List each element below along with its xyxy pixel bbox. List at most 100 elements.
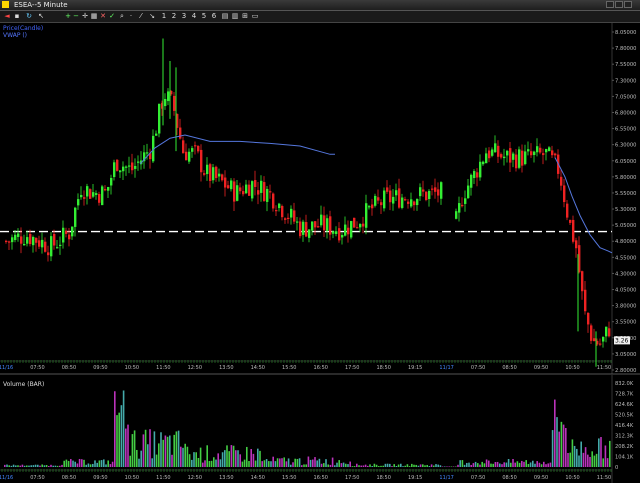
candle	[275, 210, 278, 212]
volume-bar	[219, 459, 222, 467]
minus-icon[interactable]: −	[72, 12, 80, 21]
minimize-button[interactable]	[606, 1, 614, 8]
volume-bar	[571, 439, 574, 467]
tool-save-icon[interactable]: ▪	[13, 12, 21, 21]
title-bar: ESEA--5 Minute	[0, 0, 640, 11]
volume-bar	[8, 465, 10, 467]
volume-bar	[364, 464, 367, 467]
grid-icon[interactable]: ▦	[90, 12, 98, 21]
volume-bar	[468, 462, 470, 467]
period-button-1[interactable]: 1	[160, 12, 168, 21]
volume-bar	[217, 453, 219, 467]
candle	[137, 161, 140, 163]
refresh-icon[interactable]: ↻	[25, 12, 33, 21]
volume-bar	[554, 399, 556, 467]
volume-bar	[125, 428, 127, 467]
volume-bar	[329, 464, 332, 467]
candle	[527, 149, 530, 152]
period-button-5[interactable]: 5	[200, 12, 208, 21]
tool-pointer-icon[interactable]: ↖	[37, 12, 45, 21]
volume-bar	[525, 460, 527, 467]
volume-bar	[197, 458, 200, 467]
volume-bar	[287, 458, 290, 467]
chart-area[interactable]: Price(Candle) VWAP () Volume (BAR) 8.050…	[0, 23, 640, 483]
candle	[209, 164, 212, 181]
volume-bar	[175, 431, 178, 467]
candle	[605, 326, 608, 337]
volume-bar	[415, 464, 417, 467]
volume-bar	[455, 466, 457, 467]
volume-bar	[281, 458, 283, 467]
candle	[419, 187, 422, 197]
volume-bar	[340, 463, 343, 467]
candle	[287, 217, 290, 220]
volume-bar	[188, 454, 191, 467]
candle	[179, 127, 182, 139]
volume-time-tick-label: 09:50	[93, 475, 107, 481]
chart-settings-icon[interactable]: ▤	[221, 12, 229, 21]
candle	[302, 221, 305, 235]
plus-icon[interactable]: +	[64, 12, 72, 21]
price-tick-label: 7.80000	[615, 46, 636, 52]
candle	[29, 233, 32, 245]
candle	[239, 187, 242, 192]
period-button-2[interactable]: 2	[170, 12, 178, 21]
volume-bar	[182, 447, 184, 467]
close-button[interactable]	[624, 1, 632, 8]
volume-bar	[208, 461, 211, 467]
price-tick-label: 5.80000	[615, 175, 636, 181]
volume-bar	[356, 463, 358, 467]
time-tick-label: 15:50	[282, 365, 296, 371]
volume-bar	[413, 464, 415, 467]
volume-bar	[237, 450, 239, 467]
chart-type-icon[interactable]: ▥	[231, 12, 239, 21]
candle	[506, 150, 509, 156]
candle	[587, 313, 590, 325]
volume-bar	[268, 461, 270, 467]
tool-cursor-icon[interactable]: ↘	[148, 12, 156, 21]
volume-time-tick-label: 09:50	[534, 475, 548, 481]
volume-bar	[252, 453, 255, 467]
cross-icon[interactable]: ✕	[99, 12, 107, 21]
candle	[269, 191, 272, 193]
maximize-button[interactable]	[615, 1, 623, 8]
candle	[368, 206, 371, 208]
tool-line-icon[interactable]: ⁄	[137, 12, 145, 21]
crosshair-icon[interactable]: ✛	[81, 12, 89, 21]
candle	[572, 219, 575, 242]
volume-bar	[378, 466, 380, 467]
candle	[65, 230, 68, 234]
period-button-6[interactable]: 6	[210, 12, 218, 21]
time-tick-label: 16:50	[314, 365, 328, 371]
volume-bar	[549, 462, 552, 467]
volume-bar	[369, 464, 371, 467]
volume-bar	[534, 463, 536, 467]
volume-bar	[532, 460, 534, 467]
candle	[500, 154, 503, 158]
volume-bar	[298, 458, 301, 467]
candle	[245, 184, 248, 194]
volume-bar	[301, 465, 303, 467]
candle	[485, 153, 488, 164]
volume-bar	[204, 460, 206, 467]
volume-bar	[296, 458, 299, 467]
volume-bar	[162, 439, 164, 467]
volume-time-tick-label: 10:50	[125, 475, 139, 481]
indicator-icon[interactable]: ⊞	[241, 12, 249, 21]
zoom-icon[interactable]: ⌕	[118, 12, 126, 21]
candle	[542, 153, 545, 156]
volume-bar	[569, 452, 571, 467]
volume-bar	[61, 464, 63, 467]
time-tick-label: 07:50	[30, 365, 44, 371]
period-button-4[interactable]: 4	[190, 12, 198, 21]
volume-time-tick-label: 11/17	[439, 475, 453, 481]
volume-bar	[312, 459, 314, 467]
volume-bar	[254, 460, 257, 467]
volume-bar	[34, 464, 37, 467]
print-icon[interactable]: ▭	[251, 12, 259, 21]
tool-arrow-icon[interactable]: ◄	[3, 12, 11, 21]
check-icon[interactable]: ✓	[108, 12, 116, 21]
legend-price: Price(Candle)	[3, 25, 43, 32]
candle	[608, 328, 611, 337]
period-button-3[interactable]: 3	[180, 12, 188, 21]
